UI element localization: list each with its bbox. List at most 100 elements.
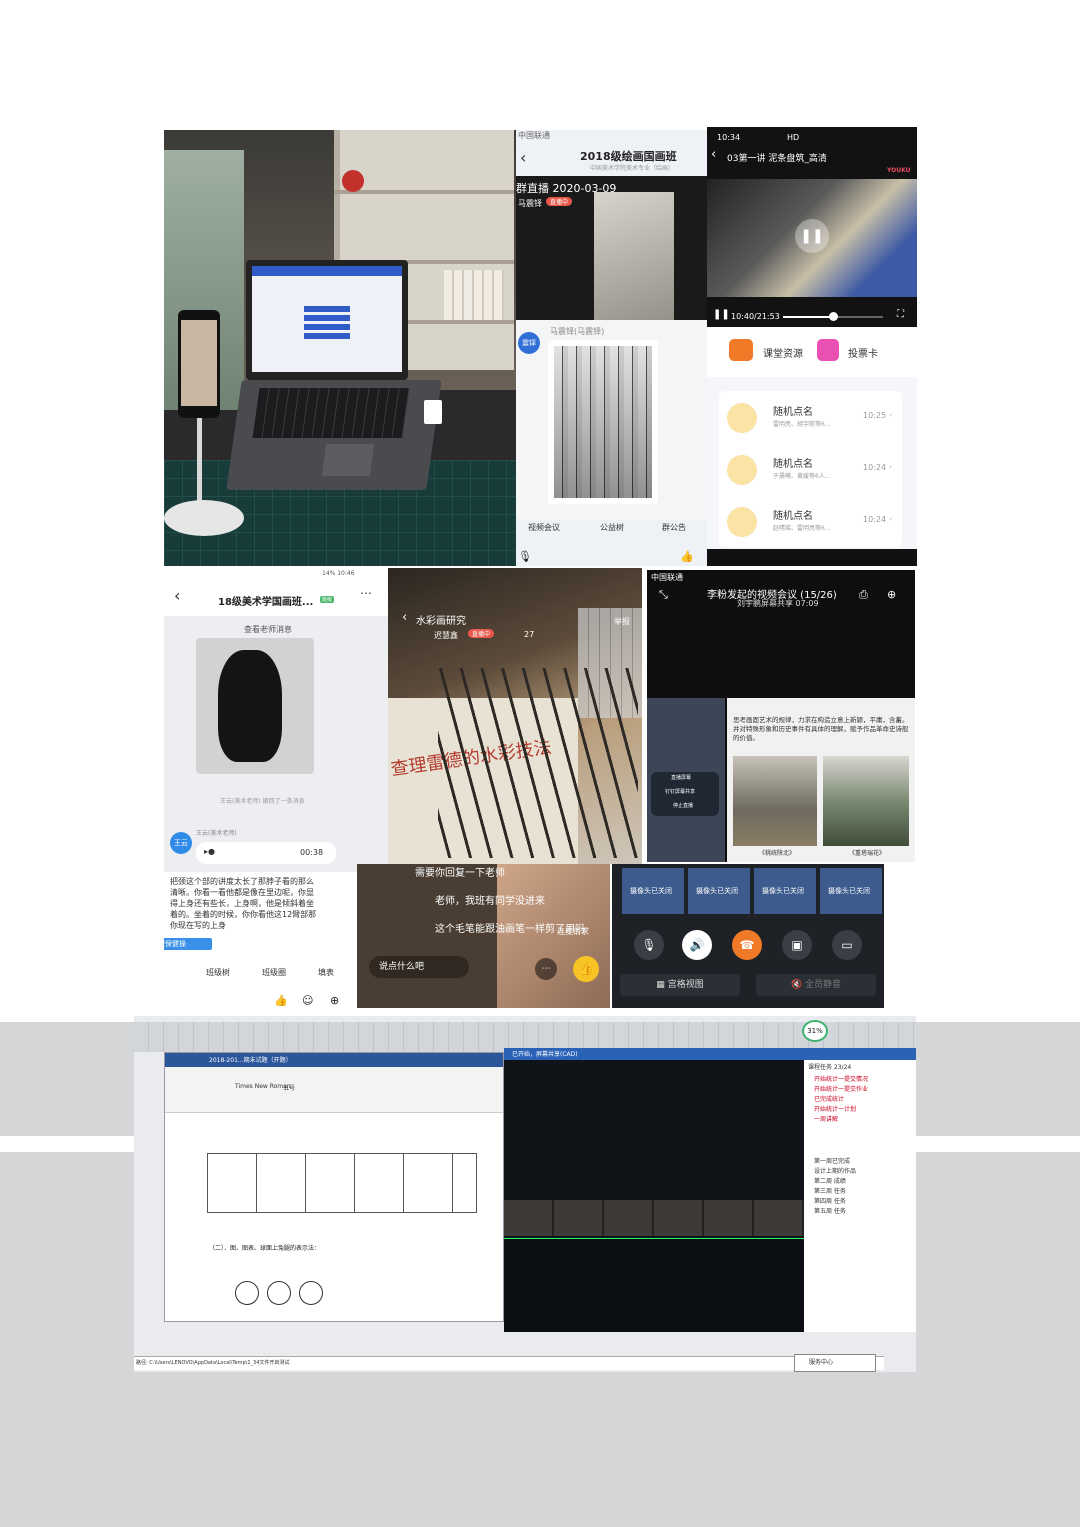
progress-fill	[783, 316, 833, 318]
course-week-item[interactable]: 第一周已完成	[814, 1156, 850, 1165]
camera-button[interactable]: ▣	[782, 930, 812, 960]
sketch-image[interactable]	[196, 638, 314, 774]
mic-button[interactable]: 🎙	[634, 930, 664, 960]
course-week-item[interactable]: 第五周 任务	[814, 1206, 846, 1215]
roll-call-time: 10:24	[863, 463, 887, 472]
circle-2	[267, 1281, 291, 1305]
course-week-item[interactable]: 第三周 任务	[814, 1186, 846, 1195]
chat-back-icon[interactable]: ‹	[174, 586, 180, 605]
video-back-icon[interactable]: ‹	[711, 147, 716, 162]
caption-right: 《重塔瑞花》	[849, 850, 886, 857]
video-meeting-button[interactable]: 视频会议	[528, 522, 560, 533]
task-item[interactable]: 一周讲解	[814, 1114, 838, 1123]
add-icon[interactable]: ⊕	[330, 994, 339, 1007]
status-bar: 路径: C:\Users\LENOVO\AppData\Local\Temp\1…	[134, 1356, 884, 1370]
cartoon-avatar-icon	[727, 507, 757, 537]
speaker-button[interactable]: 🔊	[682, 930, 712, 960]
group-notice-button[interactable]: 群公告	[662, 522, 686, 533]
group-bottom-bar: 视频会议 公益树 群公告	[516, 518, 707, 538]
android-nav-bar	[707, 549, 917, 566]
roll-call-sub: 雷明亮、胡宇航等6...	[773, 421, 831, 428]
sender-avatar[interactable]: 王云	[170, 832, 192, 854]
view-teacher-messages[interactable]: 查看老师消息	[244, 624, 292, 635]
popup-item-1[interactable]: 直播屏幕	[671, 774, 691, 781]
course-week-item[interactable]: 第四周 任务	[814, 1196, 846, 1205]
charity-tree-button[interactable]: 公益树	[600, 522, 624, 533]
brand-logo: YOUKU	[887, 167, 911, 174]
live-back-icon[interactable]: ‹	[402, 610, 407, 625]
mute-all-button[interactable]: 🔇 全员静音	[756, 974, 876, 996]
service-popup[interactable]: 服务中心	[794, 1354, 876, 1372]
live-stream-area[interactable]: 群直播 2020-03-09 马震铎 直播中	[516, 176, 707, 344]
panel-watercolor-live: 查理雷德的水彩技法 ‹ 水彩画研究 迟慧鑫 直播中 27 举报	[388, 568, 642, 864]
participant-tile[interactable]: 摄像头已关闭	[688, 868, 750, 914]
add-member-icon[interactable]: ⊕	[887, 588, 896, 601]
mic-link-request[interactable]: 连麦请求	[557, 926, 589, 937]
poster-avatar[interactable]: 震铎	[518, 332, 540, 354]
more-icon[interactable]: ⋯	[360, 586, 372, 600]
pause-button[interactable]: ❚❚	[795, 219, 829, 253]
task-item[interactable]: 已完成统计	[814, 1094, 844, 1103]
fill-form-button[interactable]: 填表	[318, 967, 334, 978]
audio-play-icon[interactable]: ▸●	[204, 847, 215, 856]
popup-menu: 直播屏幕 钉钉屏幕共享 停止直播	[651, 772, 719, 816]
screen-share-button[interactable]: ▭	[832, 930, 862, 960]
participant-tile[interactable]: 摄像头已关闭	[754, 868, 816, 914]
emoji-icon[interactable]: ☺	[302, 994, 313, 1007]
class-tree-button[interactable]: 班级树	[206, 967, 230, 978]
mug	[424, 400, 442, 424]
collapse-icon[interactable]: ⤡	[659, 588, 668, 602]
progress-knob[interactable]	[829, 312, 838, 321]
more-button[interactable]: ⋯	[535, 958, 557, 980]
roll-call-item[interactable]: 随机点名 赵晴瑶、雷明亮等6... 10:24 ›	[727, 501, 897, 545]
status-carrier: 中国联通	[518, 131, 550, 140]
task-item[interactable]: 开始统计一提交作业	[814, 1084, 868, 1093]
course-resource-icon[interactable]	[729, 339, 753, 361]
back-chevron-icon[interactable]: ‹	[520, 148, 526, 167]
video-player[interactable]: 10:34 HD ‹ 03第一讲 泥条盘筑_高清 YOUKU ❚❚ ❚❚ 10:…	[707, 127, 917, 327]
audio-time: 00:38	[300, 848, 324, 857]
chevron-right-icon: ›	[889, 514, 893, 523]
stand-pole	[197, 418, 202, 508]
tab-course-resources[interactable]: 课堂资源	[763, 345, 803, 360]
play-pause-icon[interactable]: ❚❚	[713, 309, 730, 320]
audio-message[interactable]: ▸● 00:38	[196, 842, 336, 864]
vote-card-icon[interactable]	[817, 339, 839, 361]
popup-item-3[interactable]: 停止直播	[673, 802, 693, 809]
phone-screen	[181, 320, 217, 406]
comment-input[interactable]: 说点什么吧	[369, 956, 469, 978]
status-time: 10:34	[717, 133, 741, 142]
report-button[interactable]: 举报	[614, 616, 630, 627]
task-item[interactable]: 开始统计一计划	[814, 1104, 856, 1113]
hangup-button[interactable]: ☎	[732, 930, 762, 960]
participant-tile[interactable]: 摄像头已关闭	[820, 868, 882, 914]
fullscreen-icon[interactable]: ⛶	[897, 309, 904, 320]
live-host: 迟慧鑫	[434, 631, 458, 640]
participant-tile[interactable]: 摄像头已关闭	[622, 868, 684, 914]
panel-group-live: 中国联通 ‹ 2018级绘画国画班 中国美术学院美术专业（绘画） 群直播 202…	[516, 130, 707, 566]
popup-item-2[interactable]: 钉钉屏幕共享	[665, 788, 695, 795]
chat-title: 18级美术学国画班...	[218, 597, 314, 608]
roll-call-item[interactable]: 随机点名 雷明亮、胡宇航等6... 10:25 ›	[727, 397, 897, 441]
course-week-item[interactable]: 第二周 成绩	[814, 1176, 846, 1185]
group-title: 2018级绘画国画班	[580, 150, 677, 163]
live-blue-bar: 已开始，屏幕共享(CAD)	[504, 1048, 916, 1060]
mic-icon[interactable]: 🎙	[518, 550, 532, 563]
shared-screen: 思考画面艺术的规律，力求在构造立意上新颖，平庸，含蓄。并对特殊形象和历史事件有具…	[727, 698, 915, 862]
comment-1: 需要你回复一下老师	[415, 868, 505, 879]
shared-image[interactable]	[548, 340, 658, 504]
task-item[interactable]: 开始统计一提交情况	[814, 1074, 868, 1083]
tab-vote-card[interactable]: 投票卡	[848, 345, 878, 360]
grid-view-button[interactable]: ▦ 宫格视图	[620, 974, 740, 996]
roll-call-time: 10:25	[863, 411, 887, 420]
course-week-item[interactable]: 设计上期的作品	[814, 1166, 856, 1175]
thumb-up-button[interactable]: 👍	[573, 956, 599, 982]
like-icon[interactable]: 👍	[680, 550, 694, 563]
roll-call-item[interactable]: 随机点名 于晨曦、黄媛等6人... 10:24 ›	[727, 449, 897, 493]
class-circle-button[interactable]: 班级圈	[262, 967, 286, 978]
health-tip[interactable]: 在家做保健操	[164, 938, 212, 950]
camera-switch-icon[interactable]: ⎙	[859, 588, 868, 602]
like-icon-2[interactable]: 👍	[274, 994, 288, 1007]
sender-name: 王云(美术老师)	[196, 830, 237, 837]
live-title: 水彩画研究	[416, 616, 466, 627]
